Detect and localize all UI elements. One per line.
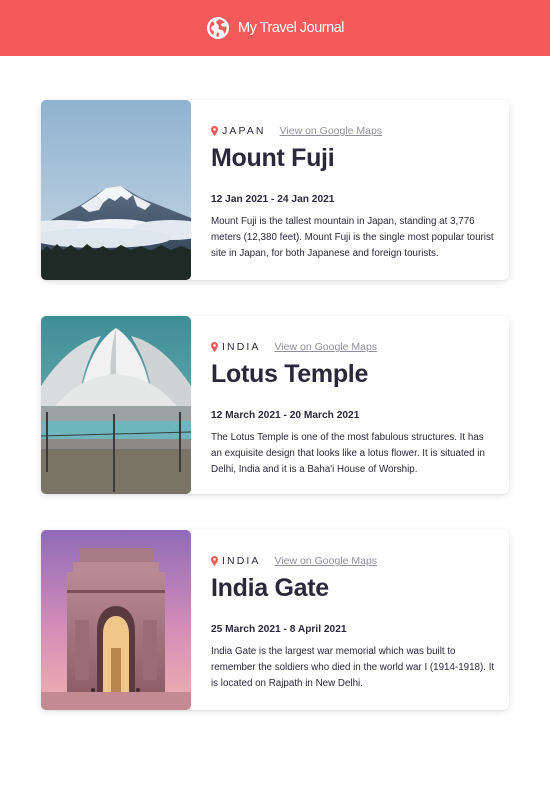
- entry-description: The Lotus Temple is one of the most fabu…: [211, 432, 485, 475]
- google-maps-link[interactable]: View on Google Maps: [275, 341, 378, 353]
- entry-dates: 12 Jan 2021 - 24 Jan 2021: [211, 194, 335, 205]
- location-pin-icon: [211, 342, 218, 352]
- journal-entry-india-gate: INDIA View on Google Maps India Gate 25 …: [41, 530, 509, 710]
- location-pin-icon: [211, 556, 218, 566]
- entry-dates: 25 March 2021 - 8 April 2021: [211, 624, 347, 635]
- app-header: My Travel Journal: [0, 0, 550, 56]
- entry-country: JAPAN: [222, 125, 266, 137]
- journal-entry-mount-fuji: JAPAN View on Google Maps Mount Fuji 12 …: [41, 100, 509, 280]
- google-maps-link[interactable]: View on Google Maps: [280, 125, 383, 137]
- entry-country: INDIA: [222, 555, 261, 567]
- location-pin-icon: [211, 126, 218, 136]
- entry-country: INDIA: [222, 341, 261, 353]
- entry-photo-mount-fuji: [41, 100, 191, 280]
- globe-icon: [206, 16, 230, 40]
- app-title: My Travel Journal: [238, 20, 344, 36]
- entry-photo-lotus-temple: [41, 316, 191, 494]
- journal-entry-lotus-temple: INDIA View on Google Maps Lotus Temple 1…: [41, 316, 509, 494]
- entry-title: Mount Fuji: [211, 144, 335, 172]
- entry-title: India Gate: [211, 574, 329, 602]
- entry-title: Lotus Temple: [211, 360, 369, 388]
- entry-description: Mount Fuji is the tallest mountain in Ja…: [211, 216, 494, 259]
- entry-dates: 12 March 2021 - 20 March 2021: [211, 410, 360, 421]
- google-maps-link[interactable]: View on Google Maps: [275, 555, 378, 567]
- entry-description: India Gate is the largest war memorial w…: [211, 646, 495, 689]
- entry-photo-india-gate: [41, 530, 191, 710]
- journal-entries: JAPAN View on Google Maps Mount Fuji 12 …: [41, 100, 509, 746]
